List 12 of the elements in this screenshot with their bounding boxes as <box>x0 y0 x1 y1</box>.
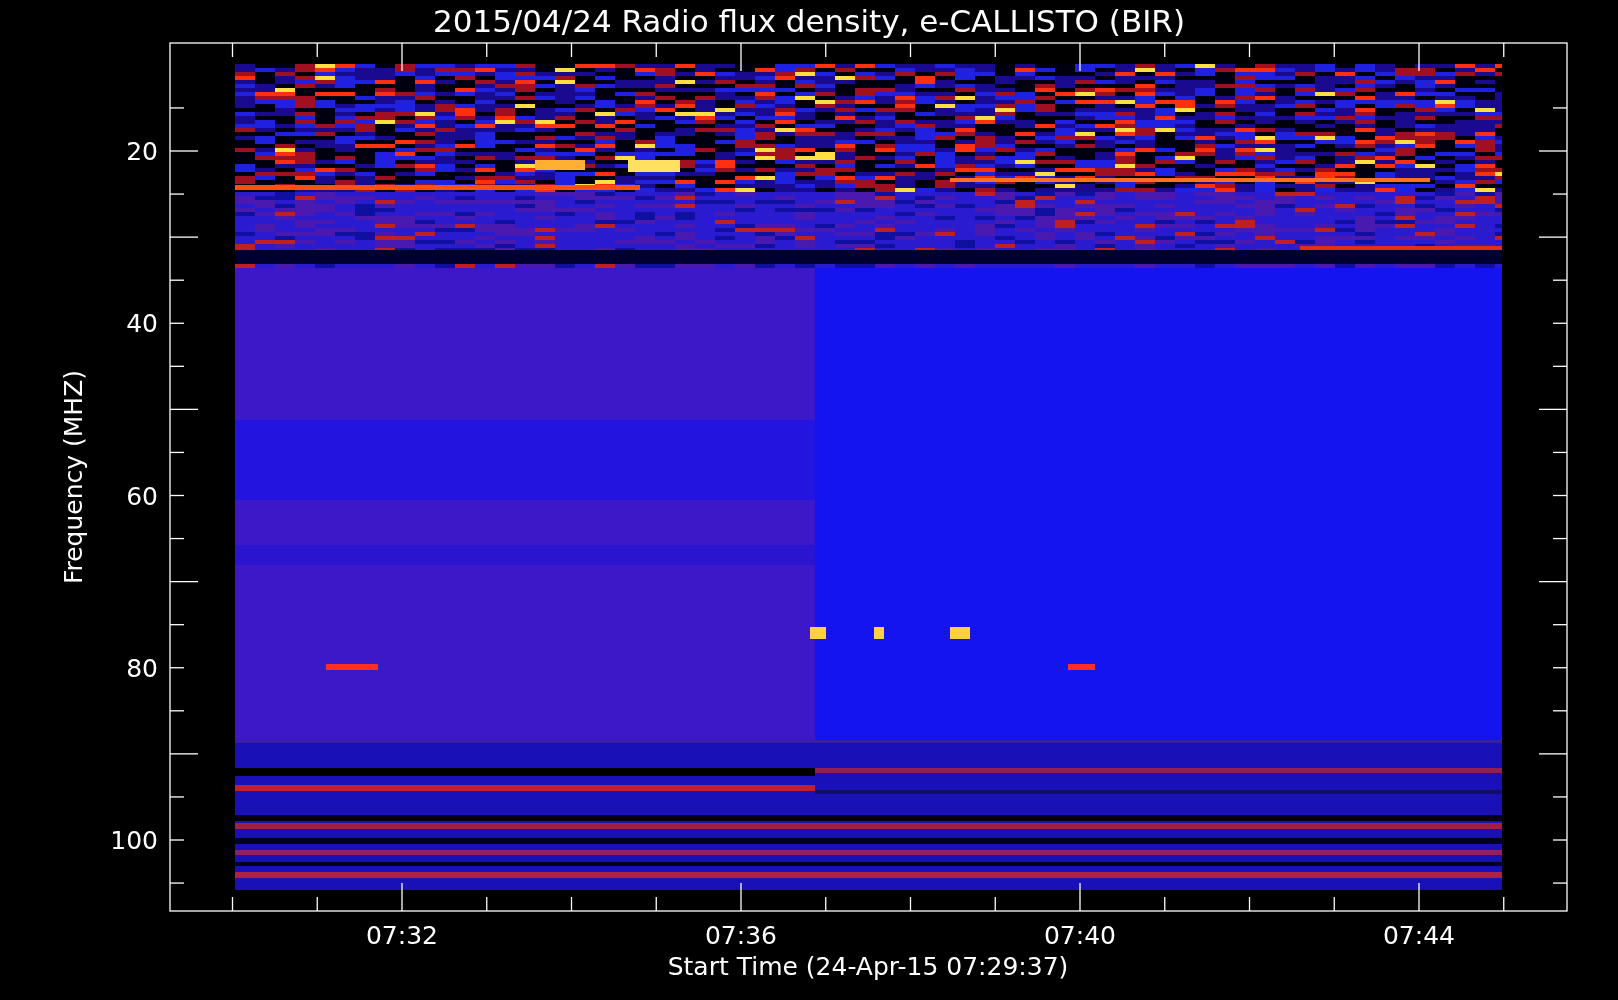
x-tick-label: 07:40 <box>1044 921 1116 950</box>
y-tick-label: 100 <box>110 826 158 855</box>
y-axis-label: Frequency (MHZ) <box>59 369 88 585</box>
x-axis-label: Start Time (24-Apr-15 07:29:37) <box>667 952 1069 981</box>
y-tick-label: 80 <box>126 653 158 683</box>
y-tick-label: 20 <box>126 137 158 166</box>
x-tick-label: 07:36 <box>705 921 777 950</box>
y-tick-label: 40 <box>126 309 158 339</box>
y-tick-label: 60 <box>126 481 158 511</box>
chart-title: 2015/04/24 Radio flux density, e-CALLISTO (BIR) <box>433 3 1185 39</box>
x-tick-label: 07:32 <box>366 921 438 950</box>
x-tick-label: 07:44 <box>1383 921 1455 950</box>
